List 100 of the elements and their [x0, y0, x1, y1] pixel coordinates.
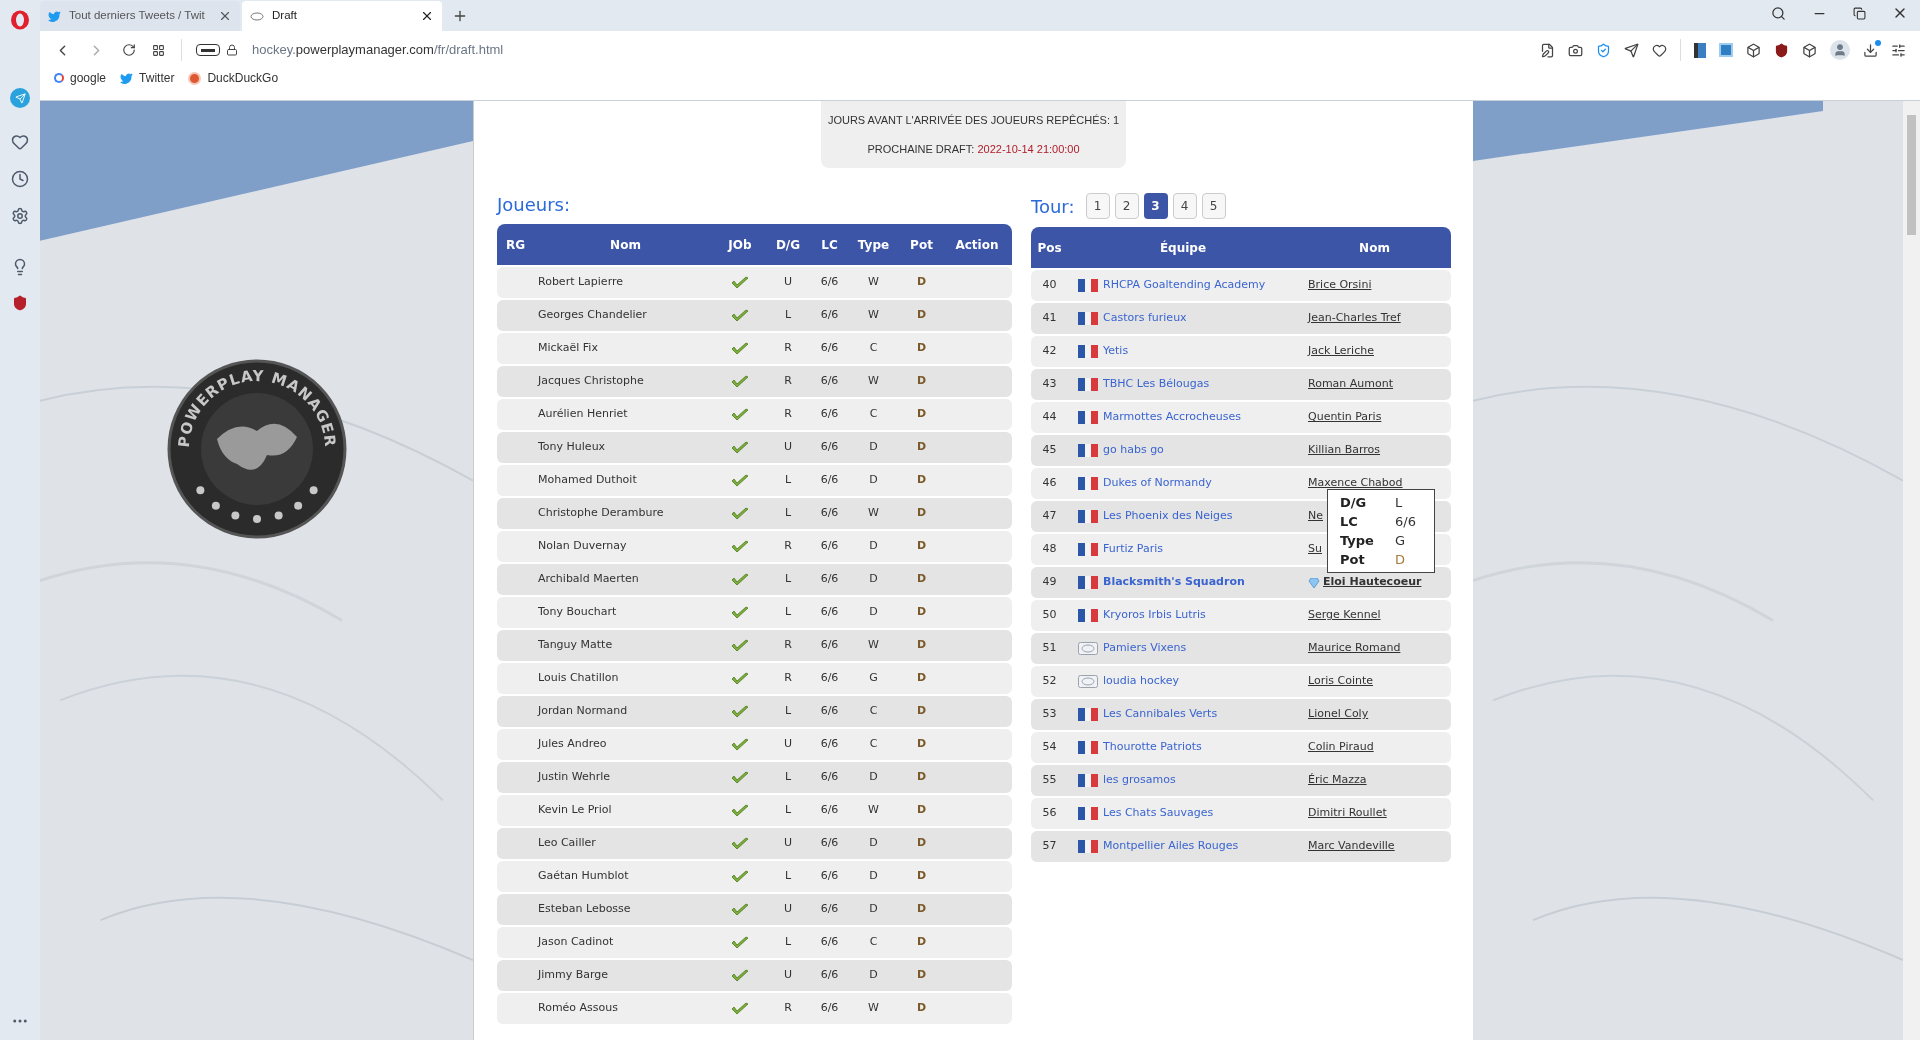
team-link[interactable]: Castors furieux — [1103, 310, 1187, 327]
player-link[interactable]: Marc Vandeville — [1308, 838, 1395, 855]
edit-icon[interactable] — [1540, 42, 1555, 58]
browser-tab[interactable]: Draft — [242, 1, 442, 31]
team-link[interactable]: Yetis — [1103, 343, 1129, 360]
player-link[interactable]: Loris Cointe — [1308, 673, 1373, 690]
close-tab-icon[interactable] — [420, 9, 434, 23]
column-header: Nom — [1358, 239, 1391, 257]
table-cell-text: D — [915, 934, 928, 951]
team-link[interactable]: Les Chats Sauvages — [1103, 805, 1214, 822]
column-header: Nom — [609, 236, 642, 254]
table-cell-text: U — [782, 967, 794, 984]
round-button[interactable]: 3 — [1143, 193, 1168, 219]
bookmark-link[interactable]: Twitter — [120, 69, 175, 87]
table-cell-text: D — [868, 538, 879, 555]
send-icon[interactable] — [1624, 42, 1639, 58]
heart-icon[interactable] — [11, 133, 29, 151]
team-link[interactable]: Marmottes Accrocheuses — [1103, 409, 1242, 426]
team-link[interactable]: Les Cannibales Verts — [1103, 706, 1218, 723]
player-link[interactable]: Éric Mazza — [1308, 772, 1367, 789]
player-name: Tony Huleux — [537, 439, 607, 456]
team-link[interactable]: go habs go — [1103, 442, 1164, 459]
search-icon[interactable] — [1771, 5, 1786, 21]
settings-icon[interactable] — [11, 207, 29, 225]
team-link[interactable]: Blacksmith's Squadron — [1103, 574, 1245, 591]
menu-icon[interactable] — [1891, 42, 1906, 58]
table-cell-text: 6/6 — [819, 307, 840, 324]
team-link[interactable]: Thourotte Patriots — [1103, 739, 1202, 756]
table-cell-text: D — [868, 868, 879, 885]
vpn-badge-icon[interactable] — [196, 44, 220, 56]
extension-icon[interactable] — [1719, 43, 1733, 57]
reload-icon[interactable] — [122, 43, 136, 57]
table-cell-text: L — [783, 505, 793, 522]
round-button[interactable]: 1 — [1085, 193, 1110, 219]
table-cell-text: 41 — [1041, 310, 1058, 327]
table-cell-text: 6/6 — [819, 802, 840, 819]
shield-check-icon[interactable] — [1596, 42, 1611, 58]
team-link[interactable]: Montpellier Ailes Rouges — [1103, 838, 1239, 855]
team-link[interactable]: Pamiers Vixens — [1103, 640, 1187, 657]
table-cell-text: 6/6 — [819, 1000, 840, 1017]
player-link[interactable]: Maxence Chabod — [1308, 475, 1403, 492]
team-link[interactable]: Kryoros Irbis Lutris — [1103, 607, 1206, 624]
avatar-icon[interactable] — [1830, 40, 1850, 60]
player-link[interactable]: Ne — [1308, 508, 1323, 525]
table-cell-text: D — [915, 1000, 928, 1017]
team-link[interactable]: Furtiz Paris — [1103, 541, 1164, 558]
player-link[interactable]: Brice Orsini — [1308, 277, 1372, 294]
player-link[interactable]: Eloi Hautecoeur — [1323, 574, 1422, 591]
column-header: LC — [820, 236, 839, 254]
round-button[interactable]: 4 — [1172, 193, 1197, 219]
cube-icon[interactable] — [1802, 42, 1817, 58]
player-name: Louis Chatillon — [537, 670, 620, 687]
player-link[interactable]: Roman Aumont — [1308, 376, 1394, 393]
team-link[interactable]: les grosamos — [1103, 772, 1176, 789]
team-link[interactable]: Les Phoenix des Neiges — [1103, 508, 1233, 525]
column-header: D/G — [774, 236, 802, 254]
tab-title: Tout derniers Tweets / Twit — [69, 8, 206, 24]
table-cell-text: 44 — [1041, 409, 1058, 426]
team-link[interactable]: TBHC Les Bélougas — [1103, 376, 1210, 393]
team-link[interactable]: RHCPA Goaltending Academy — [1103, 277, 1266, 294]
player-link[interactable]: Jack Leriche — [1308, 343, 1374, 360]
twitter-icon — [120, 71, 134, 85]
browser-logo-icon[interactable] — [10, 10, 30, 30]
blocker-icon[interactable] — [1774, 42, 1789, 58]
team-link[interactable]: loudia hockey — [1103, 673, 1180, 690]
table-cell-text: D — [868, 439, 879, 456]
new-tab-icon[interactable] — [452, 8, 468, 24]
round-button[interactable]: 2 — [1114, 193, 1139, 219]
camera-icon[interactable] — [1568, 42, 1583, 58]
round-button[interactable]: 5 — [1201, 193, 1226, 219]
table-cell-text: D — [915, 703, 928, 720]
player-link[interactable]: Quentin Paris — [1308, 409, 1382, 426]
table-cell-text: R — [783, 538, 793, 555]
shield-icon[interactable] — [12, 295, 28, 311]
player-link[interactable]: Jean-Charles Tref — [1308, 310, 1401, 327]
table-cell-text: 6/6 — [819, 868, 840, 885]
tabs-grid-icon[interactable] — [152, 43, 165, 57]
table-cell-text: C — [868, 703, 879, 720]
download-icon[interactable] — [1863, 42, 1878, 58]
player-link[interactable]: Colin Piraud — [1308, 739, 1374, 756]
column-header: Type — [856, 236, 891, 254]
history-icon[interactable] — [11, 170, 29, 188]
browser-tab[interactable]: Tout derniers Tweets / Twit — [40, 1, 240, 31]
table-cell-text: U — [782, 901, 794, 918]
player-link[interactable]: Killian Barros — [1308, 442, 1380, 459]
table-cell-text: R — [783, 1000, 793, 1017]
player-link[interactable]: Lionel Coly — [1308, 706, 1369, 723]
table-cell-text: D — [868, 604, 879, 621]
player-link[interactable]: Su — [1308, 541, 1322, 558]
restore-icon[interactable] — [1853, 6, 1866, 20]
address-field[interactable]: hockey.powerplaymanager.com/fr/draft.html — [252, 40, 504, 60]
bookmark-link[interactable]: google — [54, 69, 107, 87]
team-link[interactable]: Dukes of Normandy — [1103, 475, 1212, 492]
table-cell-text: D — [915, 637, 928, 654]
scrollbar-thumb[interactable] — [1907, 115, 1916, 235]
player-link[interactable]: Serge Kennel — [1308, 607, 1381, 624]
player-link[interactable]: Maurice Romand — [1308, 640, 1401, 657]
player-link[interactable]: Dimitri Roullet — [1308, 805, 1387, 822]
bookmark-link[interactable]: DuckDuckGo — [188, 69, 279, 87]
heart-icon[interactable] — [1652, 42, 1667, 58]
